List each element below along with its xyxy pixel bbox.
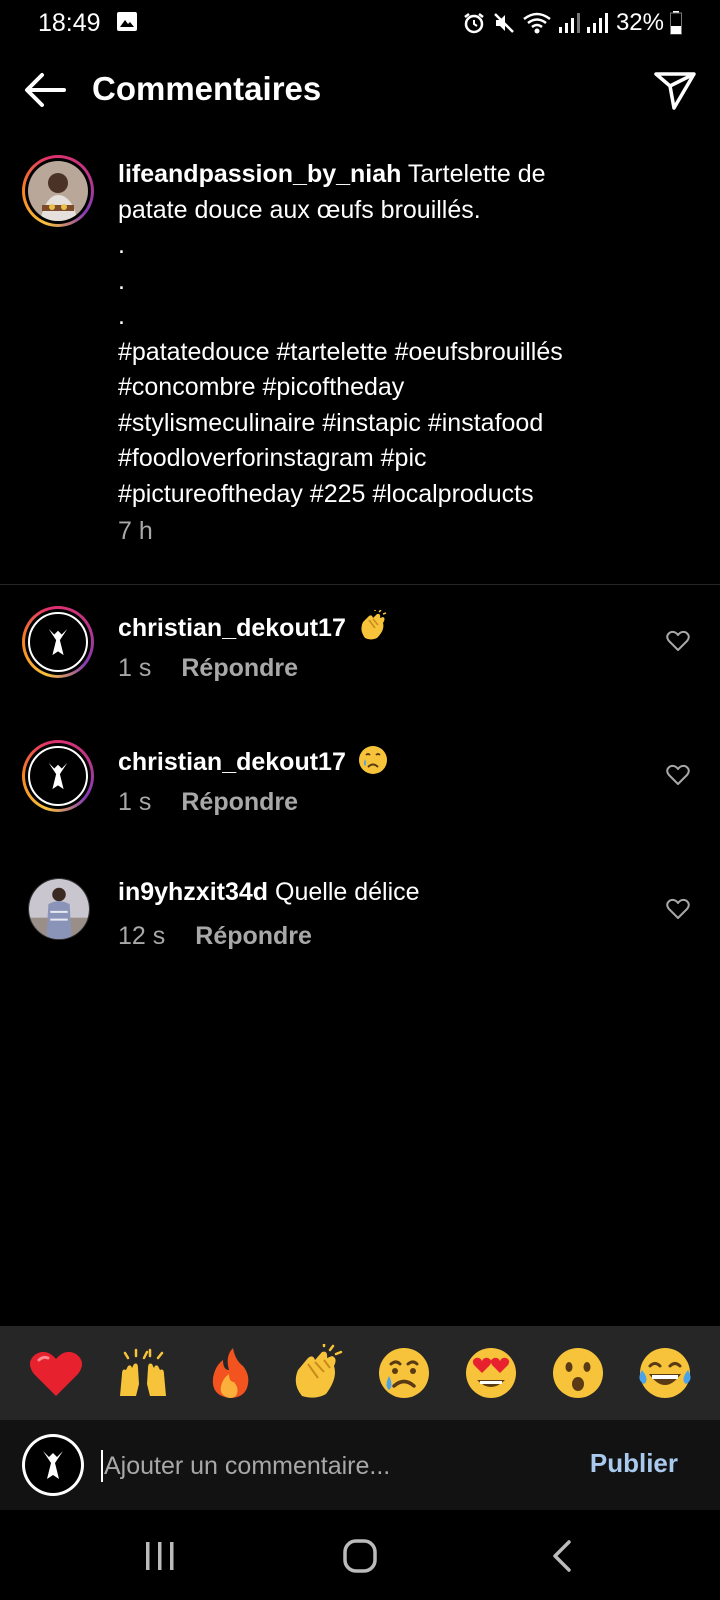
comment-input-bar: Publier xyxy=(0,1420,720,1510)
status-icons: 32% xyxy=(462,8,682,38)
comment-text: in9yhzxit34d Quelle délice xyxy=(118,878,420,906)
crying-face-icon xyxy=(378,1348,429,1398)
home-icon xyxy=(343,1539,377,1573)
avatar-logo xyxy=(28,746,88,806)
caption-text: lifeandpassion_by_niah Tartelette de pat… xyxy=(118,157,678,512)
comment-item: christian_dekout17 1 s Répondre xyxy=(0,740,720,850)
caption-line: . xyxy=(118,302,125,330)
heart-eyes-emoji-button[interactable] xyxy=(461,1343,521,1403)
back-chevron-icon xyxy=(553,1540,571,1572)
divider xyxy=(0,584,720,585)
surprised-face-emoji-button[interactable] xyxy=(548,1343,608,1403)
surprised-face-icon xyxy=(552,1348,603,1398)
comment-item: in9yhzxit34d Quelle délice 12 s Répondre xyxy=(0,874,720,984)
reply-button[interactable]: Répondre xyxy=(181,654,298,682)
crying-face-emoji-button[interactable] xyxy=(374,1343,434,1403)
caption-hashtags[interactable]: #patatedouce #tartelette #oeufsbrouillés xyxy=(118,335,678,371)
comment-avatar[interactable] xyxy=(22,606,94,678)
red-heart-emoji-button[interactable] xyxy=(26,1343,86,1403)
raising-hands-emoji-button[interactable] xyxy=(113,1343,173,1403)
wifi-icon xyxy=(523,12,551,34)
avatar-logo xyxy=(25,1437,81,1493)
back-button[interactable] xyxy=(532,1536,592,1576)
caption-line: . xyxy=(118,231,125,259)
caption-hashtags[interactable]: #stylismeculinaire #instapic #instafood xyxy=(118,406,678,442)
heart-eyes-icon xyxy=(465,1348,516,1398)
comment-meta: 12 s Répondre xyxy=(118,922,312,951)
avatar-photo xyxy=(28,161,88,221)
comment-timestamp: 1 s xyxy=(118,788,152,816)
comment-text: christian_dekout17 xyxy=(118,610,389,643)
caption-line: patate douce aux œufs brouillés. xyxy=(118,195,481,224)
page-title: Commentaires xyxy=(92,70,322,107)
caption-line: . xyxy=(118,266,125,295)
comment-meta: 1 s Répondre xyxy=(118,654,298,683)
caption-timestamp: 7 h xyxy=(118,517,153,545)
mute-icon xyxy=(494,13,514,33)
alarm-icon xyxy=(464,13,484,34)
recent-apps-button[interactable] xyxy=(130,1536,190,1576)
tears-of-joy-icon xyxy=(638,1348,691,1398)
caption-hashtags[interactable]: #foodloverforinstagram #pic xyxy=(118,441,678,477)
like-heart-icon[interactable] xyxy=(666,630,690,652)
fire-icon xyxy=(212,1348,248,1398)
home-button[interactable] xyxy=(330,1536,390,1576)
comment-avatar[interactable] xyxy=(28,878,90,940)
comment-username[interactable]: christian_dekout17 xyxy=(118,614,346,642)
caption-author-avatar[interactable] xyxy=(22,155,94,227)
comment-text: christian_dekout17 xyxy=(118,744,389,777)
system-nav-bar xyxy=(0,1510,720,1600)
comment-meta: 1 s Répondre xyxy=(118,788,298,817)
send-icon[interactable] xyxy=(652,68,698,112)
avatar-logo xyxy=(28,612,88,672)
comment-timestamp: 1 s xyxy=(118,654,152,682)
tears-of-joy-emoji-button[interactable] xyxy=(635,1343,695,1403)
comment-timestamp: 12 s xyxy=(118,922,166,950)
crying-face-icon xyxy=(358,746,387,774)
raising-hands-icon xyxy=(119,1348,166,1396)
image-notification-icon xyxy=(117,12,137,31)
comment-avatar[interactable] xyxy=(22,740,94,812)
status-time: 18:49 xyxy=(38,9,101,37)
reply-button[interactable]: Répondre xyxy=(195,922,312,950)
red-heart-icon xyxy=(29,1351,82,1396)
fire-emoji-button[interactable] xyxy=(200,1343,260,1403)
recent-apps-icon xyxy=(146,1542,174,1570)
comment-input[interactable] xyxy=(104,1448,544,1484)
status-bar: 18:49 32% xyxy=(0,0,720,46)
comment-username[interactable]: in9yhzxit34d xyxy=(118,878,268,906)
clapping-hands-icon xyxy=(295,1344,342,1398)
signal-icon-2 xyxy=(586,13,608,33)
battery-percent: 32% xyxy=(615,9,664,36)
comment-item: christian_dekout17 1 s Répondre xyxy=(0,606,720,716)
publish-button[interactable]: Publier xyxy=(590,1448,678,1479)
caption-first-text: Tartelette de xyxy=(401,160,546,188)
signal-icon xyxy=(558,13,580,33)
caption-hashtags[interactable]: #pictureoftheday #225 #localproducts xyxy=(118,477,678,513)
current-user-avatar[interactable] xyxy=(22,1434,84,1496)
battery-icon xyxy=(670,11,682,35)
emoji-quick-bar xyxy=(0,1326,720,1420)
back-arrow-icon[interactable] xyxy=(22,70,68,110)
header: Commentaires xyxy=(0,56,720,124)
clapping-hands-emoji-button[interactable] xyxy=(287,1343,347,1403)
like-heart-icon[interactable] xyxy=(666,764,690,786)
reply-button[interactable]: Répondre xyxy=(181,788,298,816)
like-heart-icon[interactable] xyxy=(666,898,690,920)
comment-username[interactable]: christian_dekout17 xyxy=(118,748,346,776)
caption-hashtags[interactable]: #concombre #picoftheday xyxy=(118,370,678,406)
clapping-hands-icon xyxy=(361,610,387,640)
text-cursor xyxy=(101,1450,103,1482)
caption-username[interactable]: lifeandpassion_by_niah xyxy=(118,160,401,188)
